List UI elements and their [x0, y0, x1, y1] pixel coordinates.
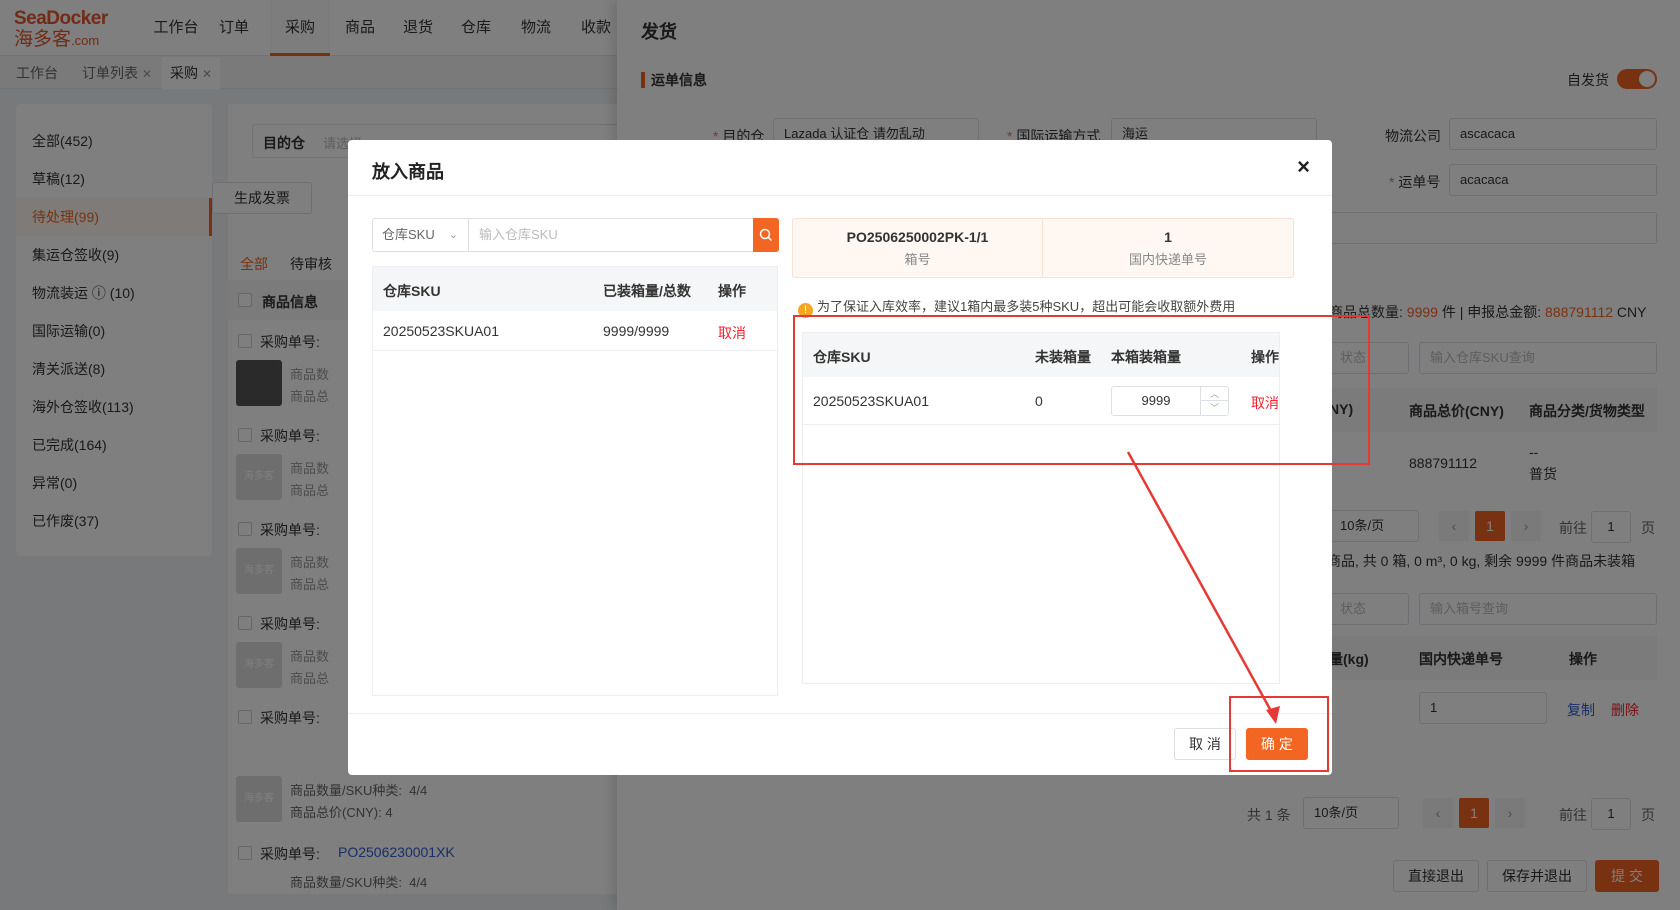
- annotation-arrow: [1126, 451, 1280, 724]
